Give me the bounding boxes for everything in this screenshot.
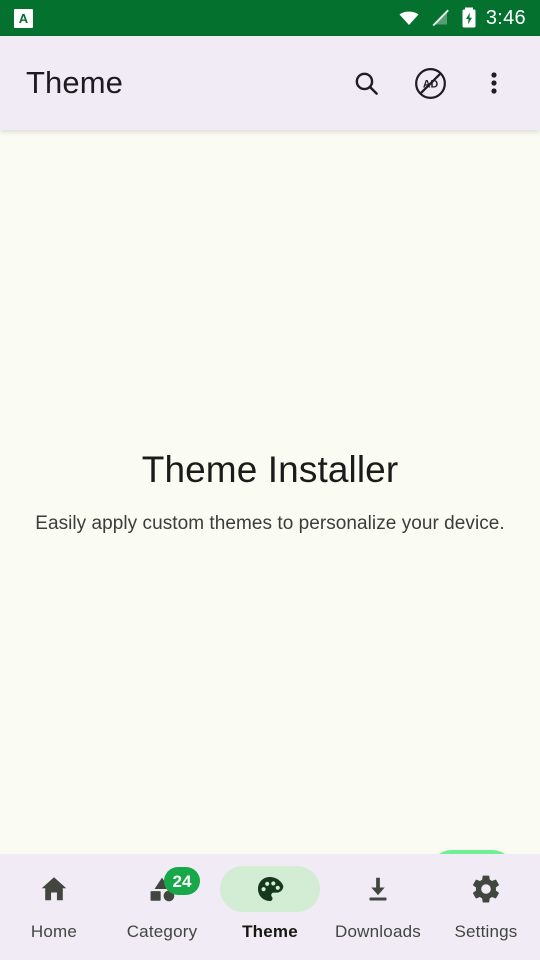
nav-item-theme[interactable]: Theme (216, 866, 324, 942)
no-signal-icon (432, 9, 449, 27)
overflow-menu-button[interactable] (470, 59, 518, 107)
remove-ads-button[interactable]: AD (406, 59, 454, 107)
home-icon (41, 877, 67, 901)
nav-icon-wrap-theme (220, 866, 320, 912)
nav-icon-wrap-category: 24 (112, 866, 212, 912)
main-content: Theme Installer Easily apply custom them… (0, 130, 540, 960)
nav-icon-wrap-home (4, 866, 104, 912)
nav-item-settings[interactable]: Settings (432, 866, 540, 942)
nav-label-home: Home (30, 922, 78, 941)
gear-icon (472, 875, 499, 903)
nav-badge-category: 24 (164, 867, 200, 895)
empty-state-subtitle: Easily apply custom themes to personaliz… (35, 513, 505, 534)
status-bar: A 3:46 (0, 0, 540, 36)
search-icon (355, 72, 378, 95)
bottom-navigation: Home 24 Category Theme Downloads Setting… (0, 854, 540, 960)
status-bar-clock: 3:46 (485, 6, 526, 29)
nav-icon-wrap-downloads (328, 866, 428, 912)
nav-item-category[interactable]: 24 Category (108, 866, 216, 942)
nav-label-theme: Theme (242, 922, 298, 941)
nav-label-settings: Settings (454, 922, 518, 941)
nav-label-category: Category (126, 922, 198, 941)
status-bar-system-icons: 3:46 (397, 6, 526, 30)
nav-label-downloads: Downloads (335, 922, 421, 941)
nav-item-downloads[interactable]: Downloads (324, 866, 432, 942)
palette-icon (258, 877, 284, 901)
app-bar-actions: AD (342, 59, 518, 107)
battery-charging-icon (462, 7, 476, 28)
app-bar: Theme AD (0, 36, 540, 130)
app-notification-icon: A (14, 8, 33, 28)
app-notification-letter: A (18, 10, 29, 26)
nav-icon-wrap-settings (436, 866, 536, 912)
nav-item-home[interactable]: Home (0, 866, 108, 942)
wifi-icon (399, 11, 419, 25)
status-bar-notifications: A (14, 8, 33, 28)
app-screen: A 3:46 Theme Theme Installer Easily appl… (0, 0, 540, 960)
remove-ads-icon: AD (414, 67, 446, 99)
overflow-menu-icon (491, 72, 497, 94)
search-button[interactable] (342, 59, 390, 107)
page-title: Theme (26, 65, 123, 100)
download-icon (369, 877, 387, 901)
empty-state-title: Theme Installer (141, 449, 399, 490)
